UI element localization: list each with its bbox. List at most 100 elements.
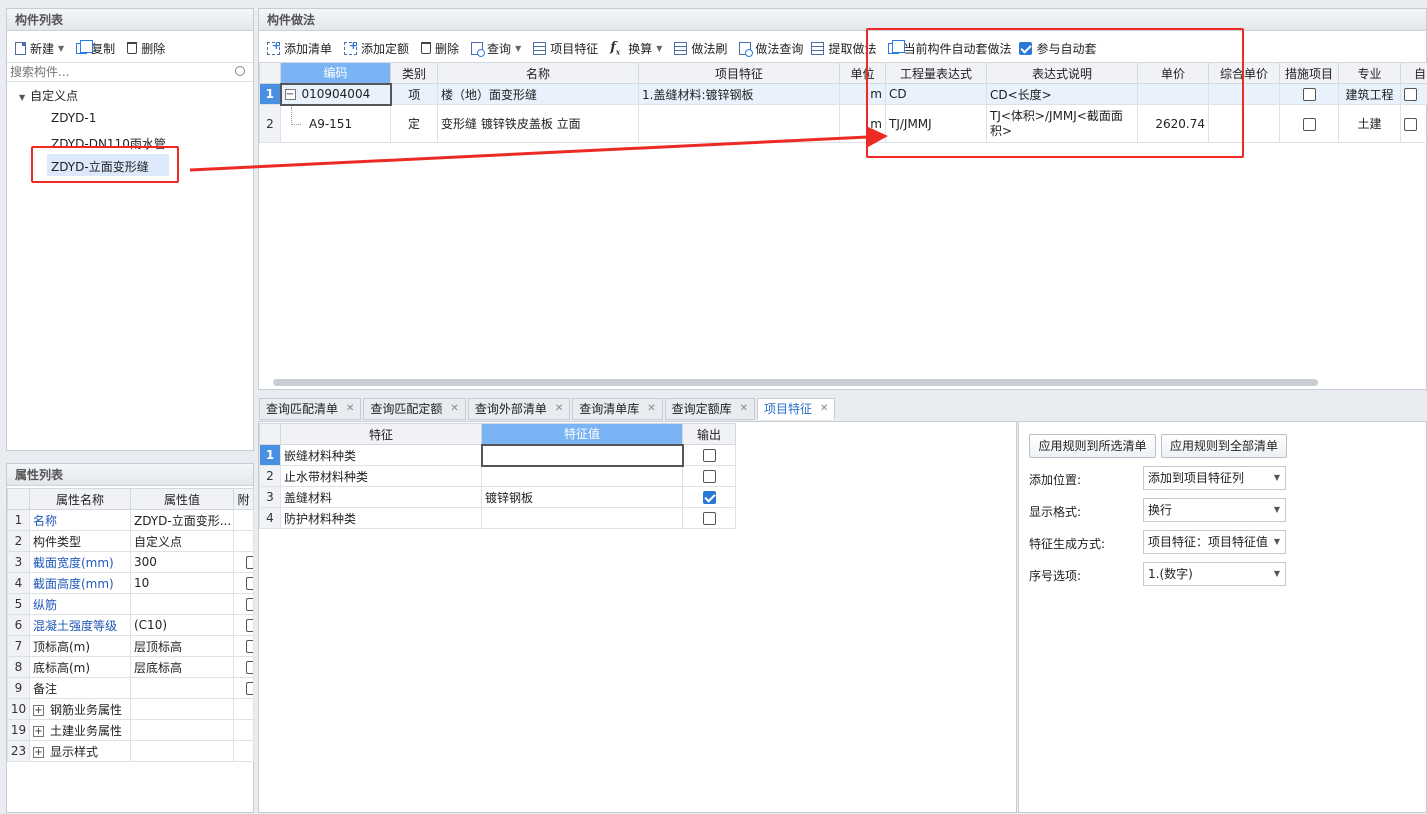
measure-cell[interactable] (1279, 83, 1339, 105)
search-input[interactable] (7, 63, 227, 81)
cat-cell[interactable]: 项 (390, 83, 438, 105)
attach-checkbox[interactable] (246, 682, 253, 695)
method-header-unit[interactable]: 单位 (839, 62, 886, 84)
property-value-cell[interactable] (130, 740, 234, 762)
add-quota-button[interactable]: 添加定额 (338, 37, 415, 59)
feature-output-cell[interactable] (682, 465, 736, 487)
code-cell[interactable]: A9-151 (280, 104, 391, 143)
property-value-cell[interactable]: (C10) (130, 614, 234, 636)
property-attach-cell[interactable] (233, 593, 254, 615)
property-row[interactable]: 8 底标高(m) 层底标高 (7, 656, 254, 678)
feature-cell[interactable]: 1.盖缝材料:镀锌钢板 (638, 83, 840, 105)
property-row[interactable]: 4 截面高度(mm) 10 (7, 572, 254, 594)
generation-mode-select[interactable]: 项目特征：项目特征值 ▼ (1143, 530, 1286, 554)
property-value-cell[interactable] (130, 698, 234, 720)
new-button[interactable]: 新建 ▼ (9, 37, 70, 59)
feature-value-cell[interactable] (481, 507, 683, 529)
tab-quota-library[interactable]: 查询定额库 ✕ (664, 398, 756, 420)
feature-row[interactable]: 4 防护材料种类 (259, 507, 736, 529)
auto-cell[interactable] (1400, 104, 1427, 143)
query-button[interactable]: 查询 ▼ (465, 37, 527, 59)
method-header-desc[interactable]: 表达式说明 (986, 62, 1138, 84)
unit-cell[interactable]: m (839, 104, 886, 143)
close-icon[interactable]: ✕ (740, 399, 748, 419)
feature-name-cell[interactable]: 盖缝材料 (280, 486, 482, 508)
property-attach-cell[interactable] (233, 656, 254, 678)
property-value-cell[interactable]: 层底标高 (130, 656, 234, 678)
sequence-option-select[interactable]: 1.(数字) ▼ (1143, 562, 1286, 586)
property-name-cell[interactable]: 顶标高(m) (29, 635, 131, 657)
method-header-cat[interactable]: 类别 (390, 62, 438, 84)
display-format-select[interactable]: 换行 ▼ (1143, 498, 1286, 522)
method-brush-button[interactable]: 做法刷 (668, 37, 733, 59)
tree-item-zdyd-dn110[interactable]: ZDYD-DN110雨水管 (51, 135, 166, 152)
feature-output-cell[interactable] (682, 507, 736, 529)
close-icon[interactable]: ✕ (346, 399, 354, 419)
attach-checkbox[interactable] (246, 577, 253, 590)
feature-row[interactable]: 2 止水带材料种类 (259, 465, 736, 487)
tab-match-list[interactable]: 查询匹配清单 ✕ (259, 398, 362, 420)
code-cell[interactable]: −010904004 (279, 82, 392, 106)
feature-value-cell[interactable] (480, 443, 684, 467)
add-list-button[interactable]: 添加清单 (261, 37, 338, 59)
method-row[interactable]: 2 A9-151 定 变形缝 镀锌铁皮盖板 立面 m TJ/JMMJ TJ<体积… (259, 104, 1427, 143)
name-cell[interactable]: 变形缝 镀锌铁皮盖板 立面 (437, 104, 639, 143)
property-attach-cell[interactable] (233, 614, 254, 636)
extract-method-button[interactable]: 提取做法 (809, 37, 882, 59)
apply-all-button[interactable]: 应用规则到全部清单 (1161, 434, 1287, 458)
attach-checkbox[interactable] (246, 661, 253, 674)
property-attach-cell[interactable] (233, 740, 254, 762)
apply-selected-button[interactable]: 应用规则到所选清单 (1029, 434, 1156, 458)
property-row[interactable]: 9 备注 (7, 677, 254, 699)
attach-checkbox[interactable] (246, 640, 253, 653)
feature-name-cell[interactable]: 止水带材料种类 (280, 465, 482, 487)
property-row[interactable]: 7 顶标高(m) 层顶标高 (7, 635, 254, 657)
property-value-cell[interactable]: 层顶标高 (130, 635, 234, 657)
feature-cell[interactable] (638, 104, 840, 143)
desc-cell[interactable]: CD<长度> (986, 83, 1138, 105)
tab-external-list[interactable]: 查询外部清单 ✕ (467, 398, 571, 420)
property-name-cell[interactable]: 备注 (29, 677, 131, 699)
tree-item-zdyd-joint[interactable]: ZDYD-立面变形缝 (47, 154, 169, 176)
method-header-code[interactable]: 编码 (280, 62, 391, 84)
tab-item-feature[interactable]: 项目特征 ✕ (757, 398, 836, 420)
property-name-cell[interactable]: 名称 (29, 509, 131, 531)
property-value-cell[interactable]: 300 (130, 551, 234, 573)
property-name-cell[interactable]: 纵筋 (29, 593, 131, 615)
auto-apply-button[interactable]: 当前构件自动套做法 (882, 37, 1017, 59)
attach-checkbox[interactable] (246, 619, 253, 632)
property-row[interactable]: 10 + 钢筋业务属性 (7, 698, 254, 720)
method-header-auto[interactable]: 自 (1400, 62, 1427, 84)
method-query-button[interactable]: 做法查询 (733, 37, 809, 59)
feature-value-cell[interactable] (481, 465, 683, 487)
total-cell[interactable] (1208, 104, 1280, 143)
property-row[interactable]: 1 名称 ZDYD-立面变形... (7, 509, 254, 531)
method-header-total[interactable]: 综合单价 (1208, 62, 1280, 84)
property-row[interactable]: 23 + 显示样式 (7, 740, 254, 762)
output-checkbox[interactable] (702, 470, 716, 483)
method-header-feature[interactable]: 项目特征 (638, 62, 840, 84)
tab-match-quota[interactable]: 查询匹配定额 ✕ (363, 398, 466, 420)
property-row[interactable]: 19 + 土建业务属性 (7, 719, 254, 741)
measure-cell[interactable] (1279, 104, 1339, 143)
add-position-select[interactable]: 添加到项目特征列 ▼ (1143, 466, 1286, 490)
feature-name-cell[interactable]: 嵌缝材料种类 (280, 444, 482, 466)
tree-root[interactable]: ▼ 自定义点 (19, 87, 78, 104)
expr-cell[interactable]: TJ/JMMJ (885, 104, 987, 143)
output-checkbox[interactable] (702, 512, 716, 525)
property-name-cell[interactable]: 混凝土强度等级 (29, 614, 131, 636)
search-box[interactable] (7, 62, 253, 82)
property-value-cell[interactable]: 自定义点 (130, 530, 234, 552)
property-attach-cell[interactable] (233, 509, 254, 531)
property-row[interactable]: 6 混凝土强度等级 (C10) (7, 614, 254, 636)
feature-output-cell[interactable] (682, 486, 736, 508)
method-header-measure[interactable]: 措施项目 (1279, 62, 1339, 84)
output-checkbox[interactable] (702, 449, 716, 462)
measure-checkbox[interactable] (1302, 88, 1316, 101)
tree-item-zdyd-1[interactable]: ZDYD-1 (51, 111, 96, 125)
attach-checkbox[interactable] (246, 598, 253, 611)
horizontal-scrollbar[interactable] (273, 379, 1318, 386)
participate-auto-checkbox[interactable]: 参与自动套 (1017, 37, 1102, 59)
method-header-major[interactable]: 专业 (1338, 62, 1401, 84)
property-name-cell[interactable]: 底标高(m) (29, 656, 131, 678)
